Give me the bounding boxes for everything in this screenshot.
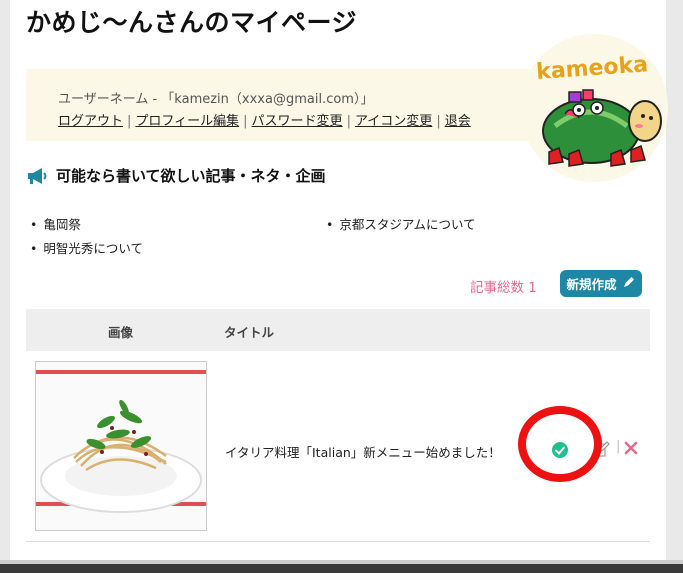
request-item: 明智光秀について	[30, 238, 143, 257]
kameoka-logo: kameoka	[519, 26, 669, 186]
user-info-text: ユーザーネーム - 「kamezin（xxxa@gmail.com）」	[58, 92, 374, 107]
request-item: 亀岡祭	[30, 214, 143, 233]
article-title[interactable]: イタリア料理「Italian」新メニュー始めました！	[225, 442, 501, 461]
page-title: かめじ〜んさんのマイページ	[26, 8, 358, 37]
icon-change-link[interactable]: アイコン変更	[355, 114, 432, 129]
logout-link[interactable]: ログアウト	[58, 114, 123, 129]
requests-heading-text: 可能なら書いて欲しい記事・ネタ・企画	[56, 167, 326, 185]
header-image: 画像	[108, 325, 134, 340]
user-links: ログアウト | プロフィール編集 | パスワード変更 | アイコン変更 | 退会	[58, 114, 471, 129]
password-change-link[interactable]: パスワード変更	[252, 114, 343, 129]
new-article-button[interactable]: 新規作成	[560, 270, 642, 297]
profile-edit-link[interactable]: プロフィール編集	[135, 114, 239, 129]
user-info-box: ユーザーネーム - 「kamezin（xxxa@gmail.com）」 ログアウ…	[26, 69, 586, 141]
article-thumbnail[interactable]	[35, 361, 207, 531]
action-separator: |	[616, 439, 621, 454]
header-title: タイトル	[224, 325, 275, 340]
megaphone-icon	[26, 166, 48, 186]
articles-table-header: 画像 タイトル	[26, 309, 650, 351]
requests-heading: 可能なら書いて欲しい記事・ネタ・企画	[26, 165, 326, 186]
request-item: 京都スタジアムについて	[326, 214, 475, 233]
delete-icon[interactable]	[624, 440, 638, 455]
article-count: 記事総数 1	[470, 280, 537, 296]
withdraw-link[interactable]: 退会	[445, 114, 471, 129]
highlight-ring	[518, 406, 602, 482]
bottom-bar	[0, 560, 683, 573]
pen-icon	[622, 275, 636, 292]
requests-right-list: 京都スタジアムについて	[326, 214, 475, 238]
requests-left-list: 亀岡祭 明智光秀について	[30, 214, 143, 262]
